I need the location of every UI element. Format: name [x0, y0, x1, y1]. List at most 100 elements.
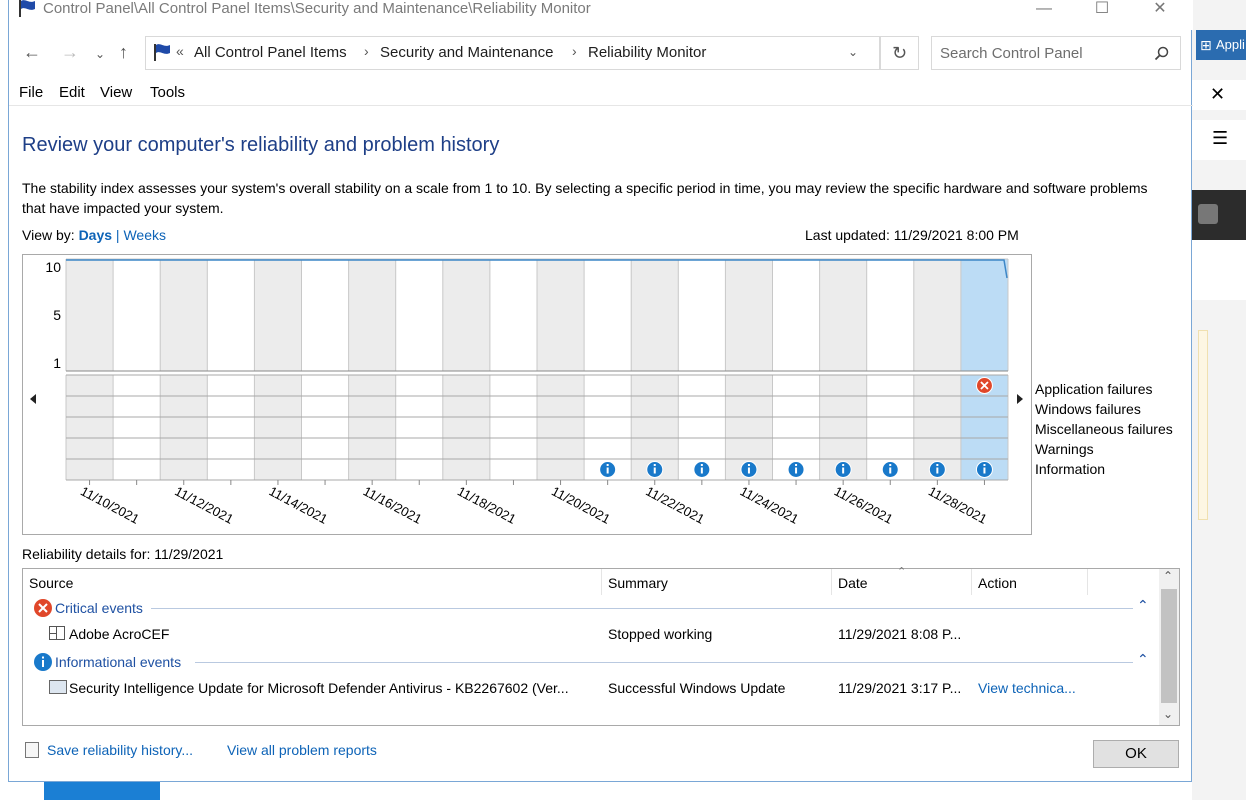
column-source[interactable]: Source [29, 575, 73, 591]
minimize-button[interactable]: — [1015, 0, 1073, 22]
recent-locations-button[interactable]: ⌄ [95, 46, 105, 62]
view-days-link[interactable]: Days [79, 227, 112, 243]
view-all-problem-reports-link[interactable]: View all problem reports [227, 742, 377, 758]
menu-edit[interactable]: Edit [59, 84, 85, 101]
chart-column [113, 259, 161, 371]
chevron-right-icon: › [364, 43, 369, 59]
legend-application-failures: Application failures [1035, 381, 1153, 397]
reliability-monitor-window: Control Panel\All Control Panel Items\Se… [8, 0, 1193, 782]
chart-event-column [254, 375, 302, 480]
refresh-icon: ↻ [892, 43, 908, 63]
breadcrumb-overflow[interactable]: « [176, 43, 184, 59]
chart-column [348, 259, 396, 371]
forward-button[interactable]: → [61, 43, 79, 61]
collapse-group-button[interactable]: ⌃ [1137, 651, 1149, 668]
breadcrumb-security[interactable]: Security and Maintenance [380, 44, 553, 61]
chart-legend: Application failures Windows failures Mi… [1035, 379, 1173, 479]
save-reliability-history-link[interactable]: Save reliability history... [47, 742, 193, 758]
event-date: 11/29/2021 3:17 P... [838, 680, 962, 696]
info-event-marker-glyph [936, 467, 939, 474]
chevron-down-icon[interactable]: ⌄ [848, 45, 858, 59]
event-source[interactable]: Adobe AcroCEF [69, 626, 169, 642]
search-input[interactable]: Search Control Panel [931, 36, 1181, 70]
chart-event-column [537, 375, 585, 480]
menu-file[interactable]: File [19, 84, 43, 101]
address-bar[interactable]: « All Control Panel Items › Security and… [145, 36, 881, 70]
window-title: Control Panel\All Control Panel Items\Se… [43, 0, 591, 17]
chart-date-label: 11/26/2021 [832, 483, 896, 526]
info-icon [33, 652, 53, 675]
info-event-marker-glyph [842, 467, 845, 474]
column-action[interactable]: Action [978, 575, 1017, 591]
close-button[interactable]: ✕ [1131, 0, 1189, 22]
chart-y-tick: 10 [45, 259, 61, 275]
column-summary[interactable]: Summary [608, 575, 668, 591]
view-by: View by: Days | Weeks [22, 227, 166, 243]
info-event-marker-glyph [747, 467, 750, 474]
chart-event-column [442, 375, 490, 480]
chart-column [913, 259, 961, 371]
chart-column [584, 259, 632, 371]
chart-column [631, 259, 679, 371]
info-event-marker-glyph [700, 467, 703, 474]
scrollbar-thumb[interactable] [1161, 589, 1177, 703]
search-placeholder: Search Control Panel [940, 45, 1083, 62]
sort-ascending-icon: ⌃ [897, 566, 907, 578]
chart-column [489, 259, 537, 371]
chart-column [254, 259, 302, 371]
chart-column [725, 259, 773, 371]
event-date: 11/29/2021 8:08 P... [838, 626, 962, 642]
reliability-details-list: Source Summary Date ⌃ Action Critical ev… [22, 566, 1180, 726]
breadcrumb-reliability[interactable]: Reliability Monitor [588, 44, 706, 61]
application-icon [49, 626, 65, 640]
menu-tools[interactable]: Tools [150, 84, 185, 101]
collapse-group-button[interactable]: ⌃ [1137, 597, 1149, 614]
info-event-marker-dot [842, 464, 845, 466]
chart-column [772, 259, 820, 371]
chart-column [678, 259, 726, 371]
event-source[interactable]: Security Intelligence Update for Microso… [69, 680, 569, 696]
info-event-marker-dot [606, 464, 609, 466]
chart-date-label: 11/10/2021 [78, 483, 142, 526]
back-button[interactable]: ← [23, 43, 41, 61]
chart-event-column [207, 375, 255, 480]
chart-event-column [348, 375, 396, 480]
scroll-down-icon[interactable]: ⌄ [1163, 707, 1173, 721]
chart-date-label: 11/14/2021 [267, 483, 331, 526]
view-weeks-link[interactable]: Weeks [123, 227, 166, 243]
background-notice [1198, 330, 1208, 520]
up-button[interactable]: ↑ [119, 43, 128, 61]
ok-button[interactable]: OK [1093, 740, 1179, 768]
group-informational-events[interactable]: Informational events [55, 654, 181, 670]
menu-view[interactable]: View [100, 84, 132, 101]
chart-event-column [66, 375, 114, 480]
maximize-button[interactable]: ☐ [1073, 0, 1131, 22]
column-date[interactable]: Date [838, 575, 868, 591]
chart-date-label: 11/20/2021 [549, 483, 613, 526]
reliability-chart[interactable]: 10 5 1 11/10/2021 11/12/2021 11/14/2021 11/16/… [22, 254, 1032, 535]
view-technical-details-link[interactable]: View technica... [978, 680, 1076, 696]
breadcrumb-all-items[interactable]: All Control Panel Items [194, 44, 347, 61]
info-event-marker-glyph [795, 467, 798, 474]
info-event-marker-dot [795, 464, 798, 466]
chart-column [160, 259, 208, 371]
scroll-up-icon[interactable]: ⌃ [1163, 569, 1173, 583]
info-event-marker-glyph [983, 467, 986, 474]
search-icon [1154, 46, 1169, 61]
legend-misc-failures: Miscellaneous failures [1035, 421, 1173, 437]
chart-column [442, 259, 490, 371]
background-app-dark-band [1192, 190, 1246, 240]
reliability-chart-svg[interactable]: 10 5 1 11/10/2021 11/12/2021 11/14/2021 11/16/… [23, 255, 1031, 534]
vertical-scrollbar[interactable]: ⌃ ⌄ [1159, 569, 1179, 725]
title-bar: Control Panel\All Control Panel Items\Se… [9, 0, 1193, 30]
legend-warnings: Warnings [1035, 441, 1094, 457]
background-app-bar: ✕ [1192, 80, 1246, 110]
flag-icon [154, 44, 170, 61]
chevron-right-icon: › [572, 43, 577, 59]
update-icon [49, 680, 67, 694]
chart-column [960, 259, 1008, 371]
refresh-button[interactable]: ↻ [879, 36, 919, 70]
chart-column [66, 259, 114, 371]
chart-date-label: 11/22/2021 [643, 483, 707, 526]
group-critical-events[interactable]: Critical events [55, 600, 143, 616]
